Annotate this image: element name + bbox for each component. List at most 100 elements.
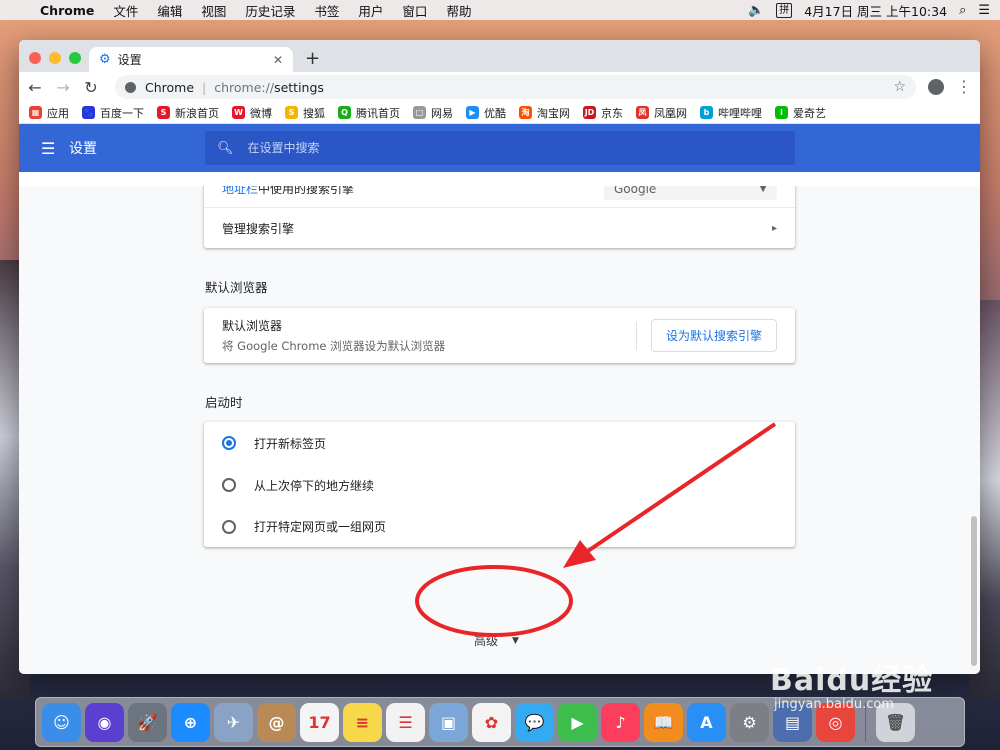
manage-search-engines-row[interactable]: 管理搜索引擎 ▸ — [204, 208, 795, 248]
bookmark-label: 微博 — [250, 106, 272, 120]
bookmark-star-icon[interactable]: ☆ — [893, 79, 906, 95]
safari-icon[interactable]: ⊕ — [171, 702, 210, 742]
account-avatar-icon[interactable] — [928, 79, 944, 95]
menubar-item-history[interactable]: 历史记录 — [245, 1, 295, 20]
hamburger-menu-icon[interactable]: ☰ — [41, 139, 55, 158]
messages-icon[interactable]: 💬 — [515, 702, 554, 742]
search-icon: 🔍︎ — [217, 140, 234, 156]
bookmark-item[interactable]: b 哔哩哔哩 — [700, 105, 762, 121]
row-divider — [635, 321, 637, 350]
menubar-item-bookmarks[interactable]: 书签 — [314, 1, 339, 20]
tab-strip: ⚙ 设置 ✕ + — [19, 40, 980, 72]
make-default-button[interactable]: 设为默认搜索引擎 — [650, 319, 777, 352]
photos-icon[interactable]: ✿ — [472, 702, 511, 742]
contacts-icon[interactable]: @ — [257, 702, 296, 742]
bookmark-item[interactable]: S 新浪首页 — [157, 105, 219, 121]
bookmark-label: 百度一下 — [100, 106, 144, 120]
app-store-icon[interactable]: A — [687, 702, 726, 742]
bookmark-label: 优酷 — [484, 106, 506, 120]
bookmark-label: 新浪首页 — [175, 106, 219, 120]
system-preferences-icon[interactable]: ⚙ — [730, 702, 769, 742]
input-method-icon[interactable]: 拼 — [776, 2, 793, 18]
startup-option-continue[interactable]: 从上次停下的地方继续 — [204, 464, 795, 506]
bookmark-item[interactable]: W 微博 — [232, 105, 272, 121]
menubar-item-edit[interactable]: 编辑 — [157, 1, 182, 20]
siri-icon[interactable]: ◉ — [85, 702, 124, 742]
radio-button[interactable] — [222, 519, 236, 534]
bookmark-item[interactable]: ▦ 应用 — [29, 105, 69, 121]
reload-icon[interactable]: ↻ — [83, 78, 99, 97]
books-icon[interactable]: 📖 — [644, 702, 683, 742]
baidu-watermark: Baidu经验 jingyan.baidu.com — [770, 655, 933, 712]
calendar-icon[interactable]: 17 — [300, 702, 339, 742]
bookmark-item[interactable]: Q 腾讯首页 — [338, 105, 400, 121]
menubar-item-view[interactable]: 视图 — [201, 1, 226, 20]
menubar-item-help[interactable]: 帮助 — [446, 1, 471, 20]
search-engine-select[interactable]: Google ▼ — [604, 186, 777, 200]
bookmark-item[interactable]: 🐾 百度一下 — [82, 105, 144, 121]
menu-kebab-icon[interactable]: ⋮ — [956, 79, 972, 95]
advanced-toggle[interactable]: 高级 ▼ — [474, 632, 519, 649]
bookmark-favicon-icon: W — [232, 106, 245, 119]
menubar-item-file[interactable]: 文件 — [113, 1, 138, 20]
bookmark-item[interactable]: ▶ 优酷 — [466, 105, 506, 121]
bookmark-label: 搜狐 — [303, 106, 325, 120]
notes-icon[interactable]: ≡ — [343, 702, 382, 742]
volume-icon[interactable]: 🔈 — [748, 3, 764, 18]
menubar-clock[interactable]: 4月17日 周三 上午10:34 — [804, 1, 947, 20]
dropdown-caret-icon: ▼ — [759, 186, 767, 194]
forward-arrow-icon[interactable]: → — [55, 78, 71, 97]
bookmark-label: 应用 — [47, 106, 69, 120]
startup-section-title: 启动时 — [205, 395, 243, 410]
startup-option-specific-pages[interactable]: 打开特定网页或一组网页 — [204, 506, 795, 547]
chevron-down-icon: ▼ — [512, 635, 519, 646]
startup-card: 打开新标签页 从上次停下的地方继续 打开特定网页或一组网页 — [204, 422, 795, 547]
reminders-icon[interactable]: ☰ — [386, 702, 425, 742]
menubar-app-name[interactable]: Chrome — [40, 3, 94, 18]
notification-center-icon[interactable]: ☰ — [978, 3, 990, 18]
bookmark-item[interactable]: 淘淘宝网 — [519, 105, 570, 121]
chrome-window: ⚙ 设置 ✕ + ← → ↻ Chrome | chrome:// settin… — [19, 40, 980, 674]
settings-search-box[interactable]: 🔍︎ — [205, 131, 795, 165]
bookmark-item[interactable]: □ 网易 — [413, 105, 453, 121]
close-window-button[interactable] — [29, 52, 41, 64]
radio-button-selected[interactable] — [222, 436, 236, 450]
finder-icon[interactable]: ☺ — [42, 702, 81, 742]
music-icon[interactable]: ♪ — [601, 702, 640, 742]
facetime-icon[interactable]: ▶ — [558, 702, 597, 742]
menubar-item-people[interactable]: 用户 — [358, 1, 383, 20]
search-engine-card: 地址栏 中使用的搜索引擎 Google ▼ 管理搜索引擎 ▸ — [204, 186, 795, 248]
settings-search-input[interactable] — [247, 141, 783, 155]
spotlight-search-icon[interactable]: ⌕ — [959, 3, 966, 18]
back-arrow-icon[interactable]: ← — [27, 78, 43, 97]
bookmark-favicon-icon: Q — [338, 106, 351, 119]
startup-option-new-tab[interactable]: 打开新标签页 — [204, 422, 795, 464]
bookmark-item[interactable]: S 搜狐 — [285, 105, 325, 121]
menubar-item-window[interactable]: 窗口 — [402, 1, 427, 20]
menubar: Chrome 文件 编辑 视图 历史记录 书签 用户 窗口 帮助 🔈 拼 4月1… — [0, 0, 1000, 20]
launchpad-icon[interactable]: 🚀 — [128, 702, 167, 742]
bookmark-item[interactable]: 凤凤凰网 — [636, 105, 687, 121]
tab-settings[interactable]: ⚙ 设置 ✕ — [89, 47, 293, 72]
radio-button[interactable] — [222, 478, 236, 492]
photo-booth-icon[interactable]: ✈ — [214, 702, 253, 742]
address-bar[interactable]: Chrome | chrome:// settings ☆ — [115, 75, 916, 99]
bookmark-label: 哔哩哔哩 — [718, 106, 762, 120]
startup-option-label: 从上次停下的地方继续 — [254, 478, 375, 493]
bookmark-item[interactable]: i 爱奇艺 — [775, 105, 826, 121]
search-engine-row-label: 中使用的搜索引擎 — [258, 186, 355, 196]
bookmark-item[interactable]: JD 京东 — [583, 105, 623, 121]
url-path: settings — [274, 79, 324, 95]
zoom-window-button[interactable] — [69, 52, 81, 64]
address-bar-link[interactable]: 地址栏 — [222, 186, 258, 197]
scrollbar-thumb[interactable] — [971, 516, 977, 666]
bookmark-label: 凤凰网 — [654, 106, 687, 120]
preview-icon[interactable]: ▣ — [429, 702, 468, 742]
close-tab-icon[interactable]: ✕ — [273, 53, 283, 67]
bookmark-favicon-icon: S — [157, 106, 170, 119]
minimize-window-button[interactable] — [49, 52, 61, 64]
new-tab-button[interactable]: + — [305, 48, 320, 69]
omnibox-separator: | — [202, 79, 207, 95]
bookmark-favicon-icon: 淘 — [519, 106, 532, 119]
settings-content: 地址栏 中使用的搜索引擎 Google ▼ 管理搜索引擎 ▸ 默认浏览器 默认浏… — [19, 186, 980, 674]
